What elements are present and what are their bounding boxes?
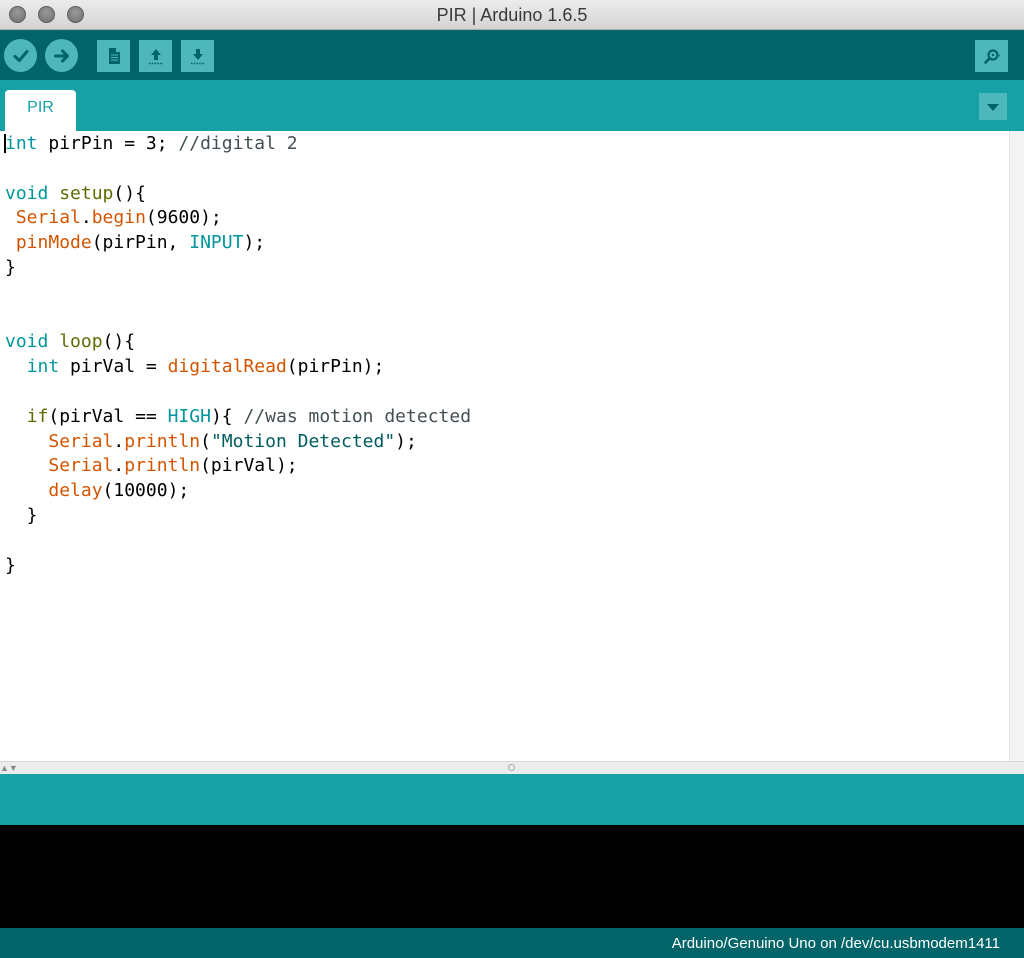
code-line: int pirVal = digitalRead(pirPin);: [5, 354, 385, 379]
code-token: .: [113, 430, 125, 452]
code-token: );: [243, 232, 266, 254]
code-token: Serial: [48, 430, 114, 452]
tab-pir[interactable]: PIR: [5, 90, 76, 131]
code-token: setup: [59, 182, 114, 204]
code-line: pinMode(pirPin, INPUT);: [5, 230, 265, 255]
window-title: PIR | Arduino 1.6.5: [436, 5, 588, 25]
code-token: );: [395, 430, 417, 452]
triangle-down-icon: [987, 103, 999, 111]
message-area: [0, 774, 1024, 825]
code-token: //digital 2: [178, 133, 298, 154]
arrow-up-icon: [148, 49, 163, 65]
code-token: (: [200, 430, 211, 452]
code-token: (pirVal ==: [48, 405, 168, 427]
code-token: Serial: [15, 207, 81, 229]
code-line: void loop(){: [5, 329, 135, 354]
document-icon: [108, 48, 120, 64]
code-token: }: [5, 554, 16, 576]
editor-vertical-scrollbar[interactable]: [1009, 131, 1024, 761]
code-token: .: [80, 207, 92, 229]
save-sketch-button[interactable]: [181, 40, 214, 72]
code-token: void: [5, 182, 49, 204]
code-line: int pirPin = 3; //digital 2: [5, 131, 298, 156]
status-bar: Arduino/Genuino Uno on /dev/cu.usbmodem1…: [0, 928, 1024, 958]
code-token: (10000);: [102, 480, 190, 502]
arduino-ide-window: PIR | Arduino 1.6.5 PIR int pirPin = 3; …: [0, 0, 1024, 958]
code-token: begin: [91, 207, 146, 229]
code-token: (pirPin);: [286, 356, 385, 378]
code-token: }: [5, 257, 16, 278]
code-line: }: [5, 553, 16, 578]
code-token: HIGH: [167, 405, 211, 427]
code-line: Serial.begin(9600);: [5, 205, 222, 230]
code-token: .: [113, 455, 125, 477]
code-token: }: [5, 505, 38, 526]
text-caret: [4, 134, 6, 153]
code-line: void setup(){: [5, 181, 146, 206]
code-token: INPUT: [189, 232, 244, 254]
code-token: pinMode: [15, 232, 92, 254]
code-line: if(pirVal == HIGH){ //was motion detecte…: [5, 404, 471, 429]
code-token: int: [26, 356, 60, 378]
serial-monitor-button[interactable]: [975, 40, 1008, 72]
splitter-grip-icon[interactable]: [508, 764, 515, 771]
code-token: "Motion Detected": [210, 430, 396, 452]
tab-menu-button[interactable]: [979, 93, 1007, 120]
console-output: [0, 825, 1024, 928]
code-line: }: [5, 503, 38, 528]
code-token: (pirVal);: [200, 455, 298, 477]
arrow-right-icon: [53, 49, 69, 62]
code-line: delay(10000);: [5, 478, 189, 503]
code-token: pirPin = 3;: [37, 133, 179, 154]
verify-button[interactable]: [4, 39, 37, 72]
code-token: loop: [59, 331, 103, 353]
open-sketch-button[interactable]: [139, 40, 172, 72]
checkmark-icon: [13, 49, 28, 62]
code-line: Serial.println("Motion Detected");: [5, 429, 417, 454]
code-line: }: [5, 255, 16, 280]
code-token: ){: [210, 405, 244, 427]
code-token: pirVal =: [59, 356, 168, 378]
toolbar: [0, 30, 1024, 80]
code-token: int: [5, 133, 38, 154]
code-token: (){: [113, 182, 146, 204]
code-token: delay: [48, 480, 103, 502]
arrow-down-icon: [190, 49, 205, 65]
code-token: (9600);: [145, 207, 222, 229]
title-bar: PIR | Arduino 1.6.5: [0, 0, 1024, 30]
tab-bar: PIR: [0, 80, 1024, 131]
code-token: Serial: [48, 455, 114, 477]
code-token: println: [124, 430, 201, 452]
code-token: (pirPin,: [91, 232, 190, 254]
pane-splitter[interactable]: ▲▼: [0, 761, 1024, 774]
upload-button[interactable]: [45, 39, 78, 72]
board-port-status: Arduino/Genuino Uno on /dev/cu.usbmodem1…: [671, 935, 1000, 952]
code-token: void: [5, 331, 49, 353]
code-token: digitalRead: [167, 356, 287, 378]
code-token: //was motion detected: [243, 405, 472, 427]
code-token: if: [26, 405, 49, 427]
code-token: (){: [102, 331, 136, 353]
splitter-arrows-icon[interactable]: ▲▼: [0, 762, 18, 774]
code-line: Serial.println(pirVal);: [5, 453, 298, 478]
magnifier-icon: [983, 49, 1000, 64]
new-sketch-button[interactable]: [97, 40, 130, 72]
code-token: println: [124, 455, 201, 477]
code-editor[interactable]: int pirPin = 3; //digital 2 void setup(){…: [0, 131, 1009, 761]
